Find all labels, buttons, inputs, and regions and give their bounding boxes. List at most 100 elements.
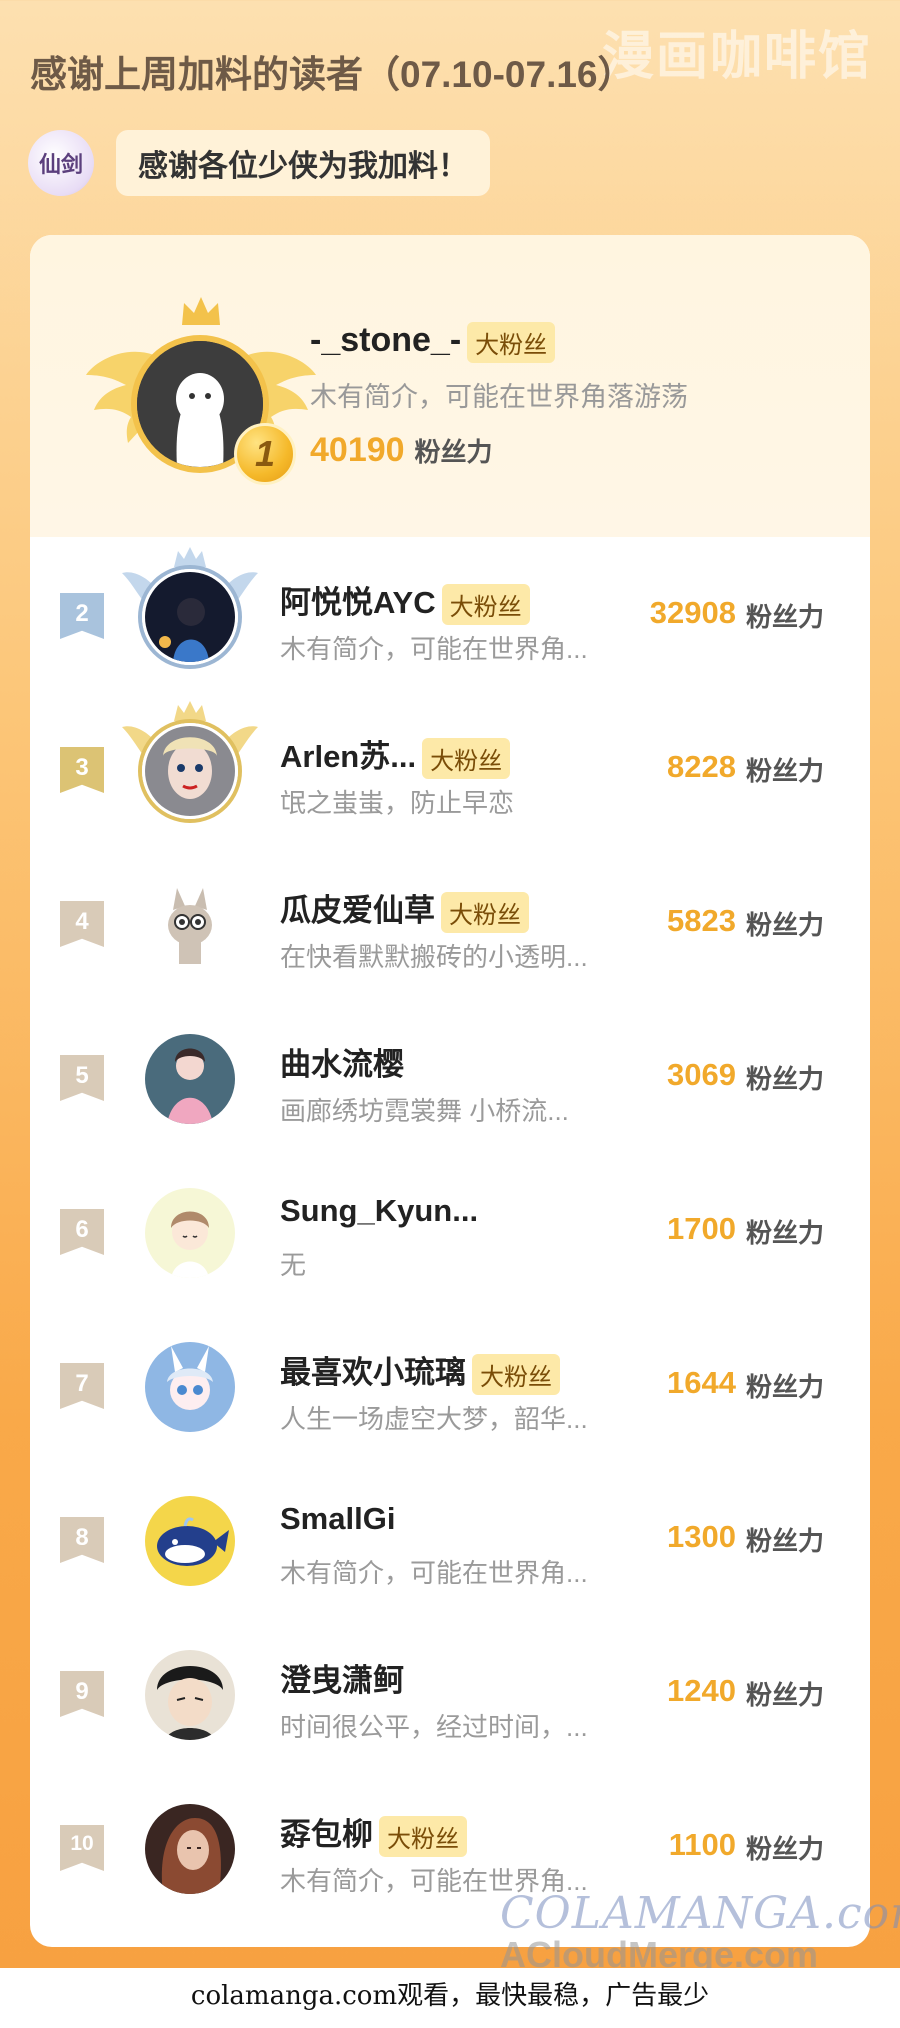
sketch-girl-avatar-icon [145, 1188, 235, 1278]
reader-bio: 画廊绣坊霓裳舞 小桥流... [280, 1096, 569, 1126]
redhair-girl-avatar-icon [145, 1804, 235, 1894]
reader-name: -_stone_- [310, 321, 462, 359]
reader-name: Sung_Kyun... [280, 1193, 479, 1228]
avatar[interactable] [142, 1801, 238, 1897]
rank-flag: 2 [60, 593, 104, 639]
avatar[interactable] [142, 877, 238, 973]
list-item[interactable]: 6 Sung_Kyun... 无 1700 粉丝力 [30, 1153, 870, 1307]
score-unit: 粉丝力 [745, 1064, 824, 1094]
fan-tag: 大粉丝 [441, 892, 529, 934]
score-unit: 粉丝力 [745, 910, 824, 940]
rank-flag: 3 [60, 747, 104, 793]
score-value: 40190 [310, 431, 405, 469]
score-value: 1100 [668, 1827, 736, 1862]
top-reader-score: 40190 粉丝力 [310, 431, 493, 470]
score-value: 1240 [667, 1673, 736, 1708]
score-unit: 粉丝力 [745, 1680, 824, 1710]
avatar[interactable] [142, 1339, 238, 1435]
list-item[interactable]: 9 澄曳潇鲄 时间很公平，经过时间，... 1240 粉丝力 [30, 1615, 870, 1769]
game-logo: 仙剑 [28, 130, 94, 196]
fan-tag: 大粉丝 [441, 584, 530, 626]
reader-bio: 氓之蚩蚩，防止早恋 [280, 788, 515, 818]
avatar[interactable] [142, 723, 238, 819]
bunny-girl-avatar-icon [145, 1342, 235, 1432]
rank-flag: 10 [60, 1825, 104, 1871]
reader-name-line: 最喜欢小琉璃 大粉丝 [280, 1347, 560, 1396]
score-unit: 粉丝力 [745, 1218, 824, 1248]
crown-icon [182, 297, 220, 325]
manga-boy-avatar-icon [145, 1650, 235, 1740]
avatar[interactable] [142, 1185, 238, 1281]
avatar[interactable] [142, 1493, 238, 1589]
list-item[interactable]: 5 曲水流樱 画廊绣坊霓裳舞 小桥流... 3069 粉丝力 [30, 999, 870, 1153]
footer-text: colamanga.com观看，最快最稳，广告最少 [190, 1981, 710, 2011]
thanks-bubble: 感谢各位少侠为我加料！ [116, 130, 490, 196]
blonde-girl-avatar-icon [145, 726, 235, 816]
reader-bio: 时间很公平，经过时间，... [280, 1712, 588, 1742]
top-avatar-frame: 1 [86, 295, 316, 505]
reader-name-line: Sung_Kyun... [280, 1193, 478, 1229]
score-unit: 粉丝力 [414, 437, 493, 467]
score-value: 1700 [667, 1211, 736, 1246]
avatar[interactable] [142, 569, 238, 665]
top-reader-name[interactable]: -_stone_- 大粉丝 [310, 321, 556, 363]
reader-bio: 木有简介，可能在世界角... [280, 1558, 588, 1588]
night-girl-avatar-icon [145, 572, 235, 662]
reader-name: 阿悦悦AYC [280, 585, 436, 620]
rank-flag: 4 [60, 901, 104, 947]
score-unit: 粉丝力 [745, 1372, 824, 1402]
score-value: 32908 [649, 595, 736, 630]
reader-name: Arlen苏... [280, 739, 417, 774]
rank-flag: 7 [60, 1363, 104, 1409]
reader-name-line: 阿悦悦AYC 大粉丝 [280, 577, 530, 626]
reader-name-line: 澄曳潇鲄 [280, 1655, 404, 1700]
score-value: 3069 [667, 1057, 736, 1092]
top-reader-section[interactable]: 1 -_stone_- 大粉丝 木有简介，可能在世界角落游荡 40190 粉丝力 [30, 235, 870, 537]
reader-bio: 木有简介，可能在世界角... [280, 634, 588, 664]
reader-name-line: Arlen苏... 大粉丝 [280, 731, 511, 780]
reader-bio: 木有简介，可能在世界角落游荡 [310, 382, 688, 412]
pink-dress-avatar-icon [145, 1034, 235, 1124]
avatar[interactable] [142, 1031, 238, 1127]
score-unit: 粉丝力 [745, 1834, 824, 1864]
reader-name-line: SmallGi [280, 1501, 395, 1537]
reader-name: SmallGi [280, 1501, 396, 1536]
reader-name: 最喜欢小琉璃 [280, 1355, 466, 1390]
rank-flag: 6 [60, 1209, 104, 1255]
avatar[interactable] [142, 1647, 238, 1743]
list-item[interactable]: 4 瓜皮爱仙草 大粉丝 在快看默默搬砖的小透明... 5823 粉丝力 [30, 845, 870, 999]
score-value: 5823 [667, 903, 736, 938]
reader-name: 孬包柳 [280, 1817, 373, 1852]
watermark-top: 漫画咖啡馆 [601, 26, 872, 87]
rank-flag: 9 [60, 1671, 104, 1717]
game-logo-text: 仙剑 [38, 152, 83, 178]
watermark-colamanga: COLAMANGA.com [500, 1888, 900, 1939]
list-item[interactable]: 8 SmallGi 木有简介，可能在世界角... 1300 粉丝力 [30, 1461, 870, 1615]
reader-name-line: 曲水流樱 [280, 1039, 404, 1084]
reader-name: 澄曳潇鲄 [280, 1663, 404, 1698]
reader-bio: 在快看默默搬砖的小透明... [280, 942, 588, 972]
score-unit: 粉丝力 [745, 602, 824, 632]
reader-name: 瓜皮爱仙草 [280, 893, 435, 928]
reader-name-line: 瓜皮爱仙草 大粉丝 [280, 885, 529, 934]
whale-avatar-icon [145, 1496, 235, 1586]
ranking-card: 1 -_stone_- 大粉丝 木有简介，可能在世界角落游荡 40190 粉丝力 2… [30, 235, 870, 1947]
fan-tag: 大粉丝 [467, 321, 556, 363]
score-unit: 粉丝力 [745, 1526, 824, 1556]
fan-tag: 大粉丝 [422, 738, 511, 780]
list-item[interactable]: 2 阿悦悦AYC 大粉丝 木有简介，可能在世界角... 32908 粉丝力 [30, 537, 870, 691]
score-value: 1644 [667, 1365, 736, 1400]
reader-bio: 无 [280, 1250, 307, 1280]
fan-tag: 大粉丝 [472, 1354, 560, 1396]
rank-flag: 8 [60, 1517, 104, 1563]
reader-name: 曲水流樱 [280, 1047, 404, 1082]
score-value: 8228 [667, 749, 736, 784]
reader-name-line: 孬包柳 大粉丝 [280, 1809, 467, 1858]
cat-avatar-icon [145, 880, 235, 970]
reader-bio: 人生一场虚空大梦，韶华... [280, 1404, 588, 1434]
page-title: 感谢上周加料的读者（07.10-07.16） [30, 54, 635, 95]
list-item[interactable]: 7 最喜欢小琉璃 大粉丝 人生一场虚空大梦，韶华... 1644 粉丝力 [30, 1307, 870, 1461]
list-item[interactable]: 3 Arlen苏... 大粉丝 氓之蚩蚩，防止早恋 8228 粉丝力 [30, 691, 870, 845]
score-value: 1300 [667, 1519, 736, 1554]
score-unit: 粉丝力 [745, 756, 824, 786]
